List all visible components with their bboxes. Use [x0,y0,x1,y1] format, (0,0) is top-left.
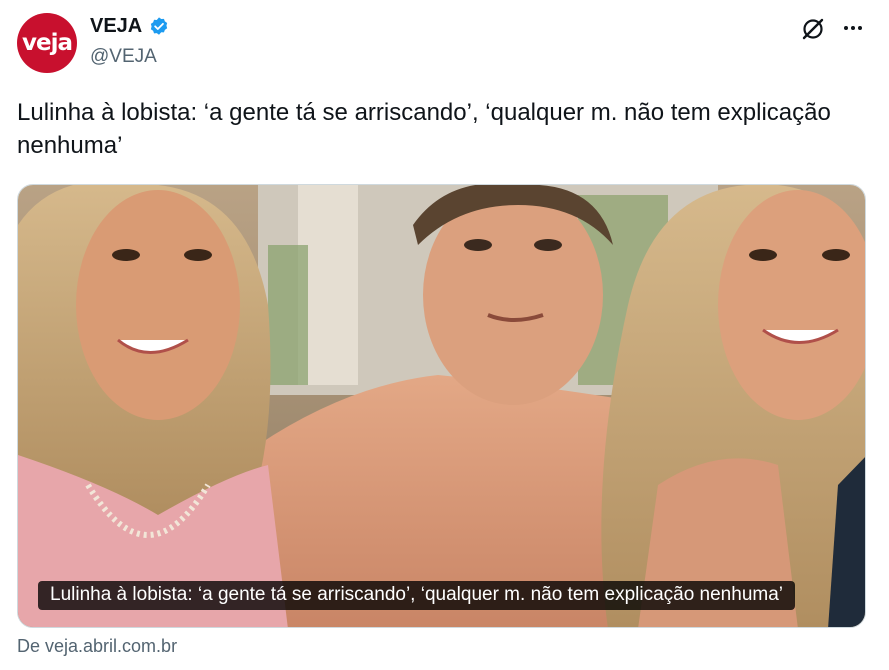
photo [18,185,865,627]
card-caption: Lulinha à lobista: ‘a gente tá se arrisc… [38,581,796,610]
display-name[interactable]: VEJA [90,15,142,38]
verified-badge-icon [148,16,170,38]
grok-icon[interactable] [800,16,826,42]
more-icon[interactable] [840,15,866,41]
avatar[interactable]: veja [17,13,77,73]
link-card-image[interactable]: Lulinha à lobista: ‘a gente tá se arrisc… [17,184,866,628]
author-name-row: VEJA [90,15,170,38]
handle[interactable]: @VEJA [90,46,157,68]
tweet-text: Lulinha à lobista: ‘a gente tá se arrisc… [17,99,831,159]
card-source-link[interactable]: De veja.abril.com.br [17,636,177,657]
avatar-logo-text: veja [22,30,73,56]
